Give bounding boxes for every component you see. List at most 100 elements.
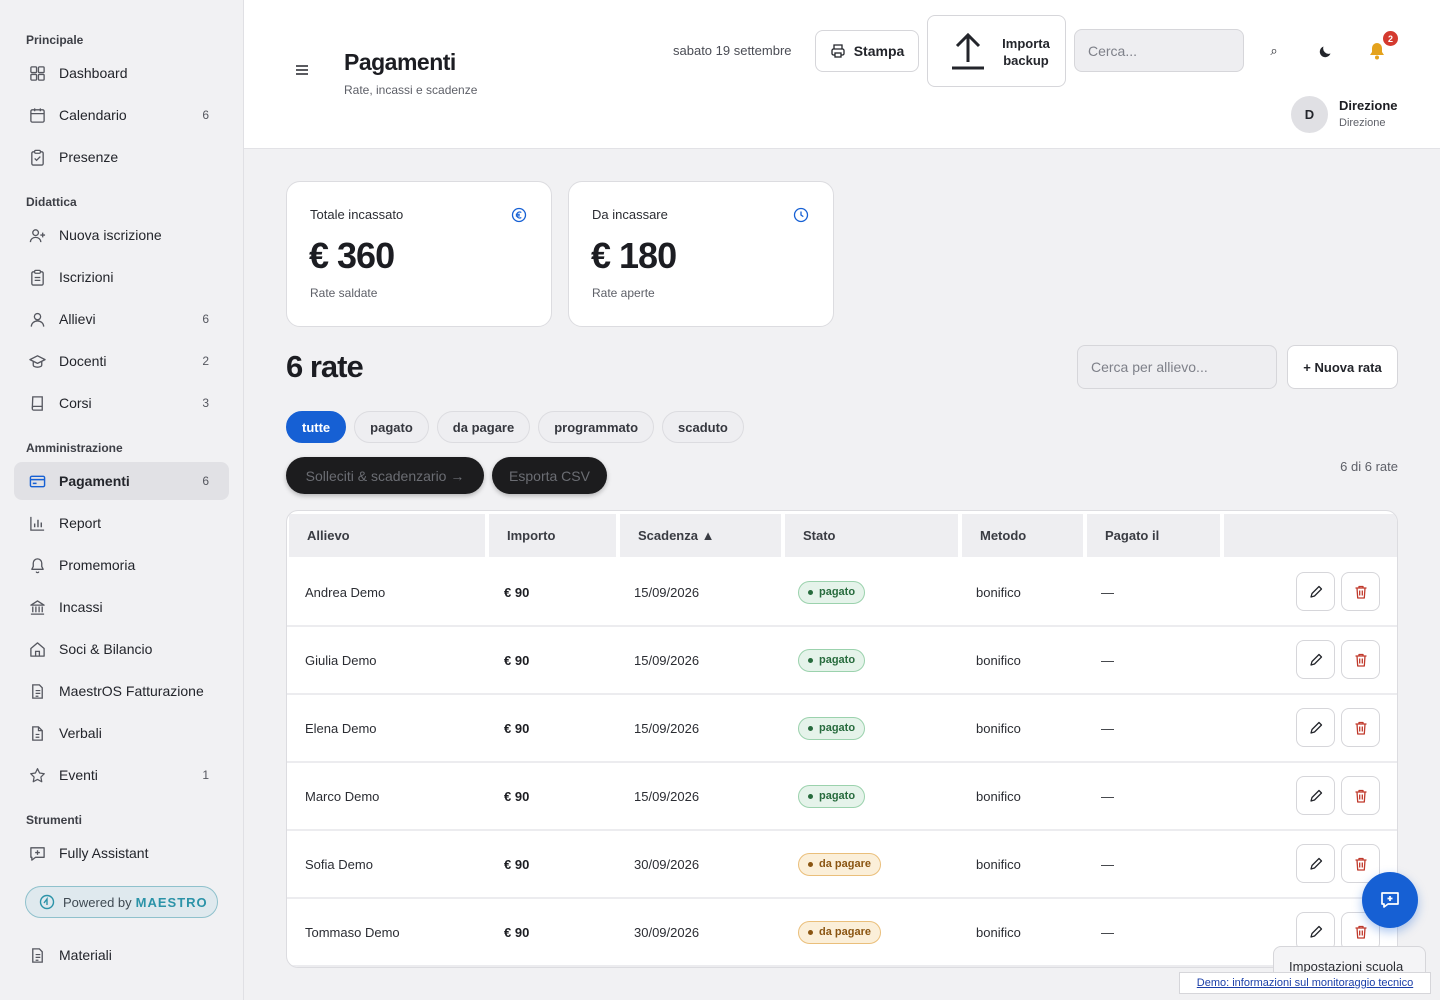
status-text: pagato — [819, 586, 856, 598]
pencil-icon — [1309, 721, 1322, 734]
powered-by-badge[interactable]: Powered by MAESTRO — [25, 886, 218, 918]
status-cell: pagato — [798, 695, 866, 761]
top-header: Pagamenti Rate, incassi e scadenze sabat… — [244, 0, 1440, 149]
student-name: Andrea Demo — [305, 584, 386, 600]
edit-button[interactable] — [1296, 640, 1335, 679]
status-dot — [808, 861, 813, 867]
avatar[interactable]: D — [1291, 96, 1328, 133]
payment-method: bonifico — [976, 584, 1021, 600]
student-name: Elena Demo — [305, 720, 377, 736]
graduation-cap-icon — [28, 352, 46, 370]
status-dot — [808, 589, 813, 595]
paid-on-date: — — [1101, 856, 1114, 872]
demo-monitoring-link[interactable]: Demo: informazioni sul monitoraggio tecn… — [1179, 972, 1431, 994]
filter-pill-da-pagare[interactable]: da pagare — [436, 411, 531, 443]
sidebar-item-materiali[interactable]: Materiali — [14, 936, 229, 974]
delete-button[interactable] — [1341, 640, 1380, 679]
sidebar-item-allievi[interactable]: Allievi 6 — [14, 300, 229, 338]
status-dot — [808, 657, 813, 663]
filter-pill-pagato[interactable]: pagato — [354, 411, 429, 443]
print-button[interactable]: Stampa — [815, 30, 919, 72]
trash-icon — [1355, 789, 1366, 803]
student-search-input[interactable] — [1077, 345, 1277, 389]
sidebar-item-presenze[interactable]: Presenze — [14, 138, 229, 176]
document-icon — [28, 682, 46, 700]
assistant-chat-button[interactable] — [1362, 872, 1418, 928]
payment-method: bonifico — [976, 856, 1021, 872]
sidebar-item-eventi[interactable]: Eventi 1 — [14, 756, 229, 794]
student-name: Giulia Demo — [305, 652, 377, 668]
sidebar-item-verbali[interactable]: Verbali — [14, 714, 229, 752]
status-dot — [808, 929, 813, 935]
edit-button[interactable] — [1296, 572, 1335, 611]
global-search-input[interactable] — [1074, 29, 1244, 72]
clipboard-check-icon — [28, 148, 46, 166]
table-row[interactable]: Marco Demo € 90 15/09/2026 pagato bonifico — — [287, 763, 1397, 831]
table-row[interactable]: Giulia Demo € 90 15/09/2026 pagato bonifico — — [287, 627, 1397, 695]
trash-icon — [1355, 721, 1366, 735]
status-dot — [808, 725, 813, 731]
delete-button[interactable] — [1341, 776, 1380, 815]
powered-by-text: Powered by — [63, 894, 132, 910]
sidebar-item-report[interactable]: Report — [14, 504, 229, 542]
sidebar-item-calendario[interactable]: Calendario 6 — [14, 96, 229, 134]
sidebar-item-dashboard[interactable]: Dashboard — [14, 54, 229, 92]
filter-pill-tutte[interactable]: tutte — [286, 411, 347, 443]
status-badge: pagato — [798, 716, 866, 740]
sidebar-item-label: Materiali — [59, 947, 112, 963]
table-row[interactable]: Elena Demo € 90 15/09/2026 pagato bonifico — — [287, 695, 1397, 763]
table-row[interactable]: Tommaso Demo € 90 30/09/2026 da pagare bonif… — [287, 899, 1397, 967]
status-badge: da pagare — [798, 852, 881, 876]
edit-button[interactable] — [1296, 776, 1335, 815]
sidebar-item-docenti[interactable]: Docenti 2 — [14, 342, 229, 380]
sidebar-item-label: Eventi — [59, 767, 98, 783]
sidebar-nav: Principale Dashboard Calendario 6 Presenze Di… — [0, 26, 243, 872]
page-subtitle: Rate, incassi e scadenze — [344, 83, 478, 97]
sidebar-item-incassi[interactable]: Incassi — [14, 588, 229, 626]
reminders-schedule-button[interactable]: Solleciti & scadenzario → — [286, 457, 484, 494]
sidebar-item-corsi[interactable]: Corsi 3 — [14, 384, 229, 422]
sidebar-item-label: Docenti — [59, 353, 107, 369]
new-rate-button[interactable]: + Nuova rata — [1287, 345, 1398, 389]
sidebar-item-label: Report — [59, 515, 102, 531]
bar-chart-icon — [28, 514, 46, 532]
dark-mode-toggle-icon[interactable] — [1315, 40, 1337, 62]
trash-icon — [1355, 925, 1366, 939]
sidebar-item-count: 6 — [202, 474, 209, 488]
status-dot — [808, 793, 813, 799]
stat-subtitle: Rate saldate — [310, 286, 378, 300]
table-row[interactable]: Sofia Demo € 90 30/09/2026 da pagare bonific… — [287, 831, 1397, 899]
filter-pill-scaduto[interactable]: scaduto — [662, 411, 744, 443]
column-header-scadenza[interactable]: Scadenza ▲ — [620, 514, 783, 557]
delete-button[interactable] — [1341, 708, 1380, 747]
sidebar-item-iscrizioni[interactable]: Iscrizioni — [14, 258, 229, 296]
filter-pill-programmato[interactable]: programmato — [538, 411, 655, 443]
sidebar-item-pagamenti[interactable]: Pagamenti 6 — [14, 462, 229, 500]
sidebar-item-soci-bilancio[interactable]: Soci & Bilancio — [14, 630, 229, 668]
sidebar-item-nuova-iscrizione[interactable]: Nuova iscrizione — [14, 216, 229, 254]
export-csv-button[interactable]: Esporta CSV — [492, 457, 607, 494]
edit-button[interactable] — [1296, 844, 1335, 883]
import-backup-button[interactable]: Importa backup — [927, 15, 1066, 87]
status-cell: pagato — [798, 763, 866, 829]
file-text-icon — [28, 724, 46, 742]
menu-icon[interactable] — [294, 62, 310, 78]
rates-title: 6 rate — [286, 349, 364, 384]
current-date: sabato 19 settembre — [673, 43, 792, 58]
edit-button[interactable] — [1296, 708, 1335, 747]
student-name: Sofia Demo — [305, 856, 373, 872]
sidebar-item-label: Dashboard — [59, 65, 128, 81]
due-date: 15/09/2026 — [634, 788, 700, 804]
delete-button[interactable] — [1341, 572, 1380, 611]
sidebar-item-promemoria[interactable]: Promemoria — [14, 546, 229, 584]
clock-icon — [793, 207, 809, 223]
amount: € 90 — [504, 856, 530, 872]
status-badge: da pagare — [798, 920, 881, 944]
paid-on-date: — — [1101, 924, 1114, 940]
sidebar-item-fully-assistant[interactable]: Fully Assistant — [14, 834, 229, 872]
table-row[interactable]: Andrea Demo € 90 15/09/2026 pagato bonifico — — [287, 559, 1397, 627]
maestro-logo-icon — [39, 894, 55, 910]
sidebar-item-maestros-fatturazione[interactable]: MaestrOS Fatturazione — [14, 672, 229, 710]
column-header-pagato-il: Pagato il — [1087, 514, 1222, 557]
search-icon[interactable]: ⌕ — [1263, 40, 1285, 62]
